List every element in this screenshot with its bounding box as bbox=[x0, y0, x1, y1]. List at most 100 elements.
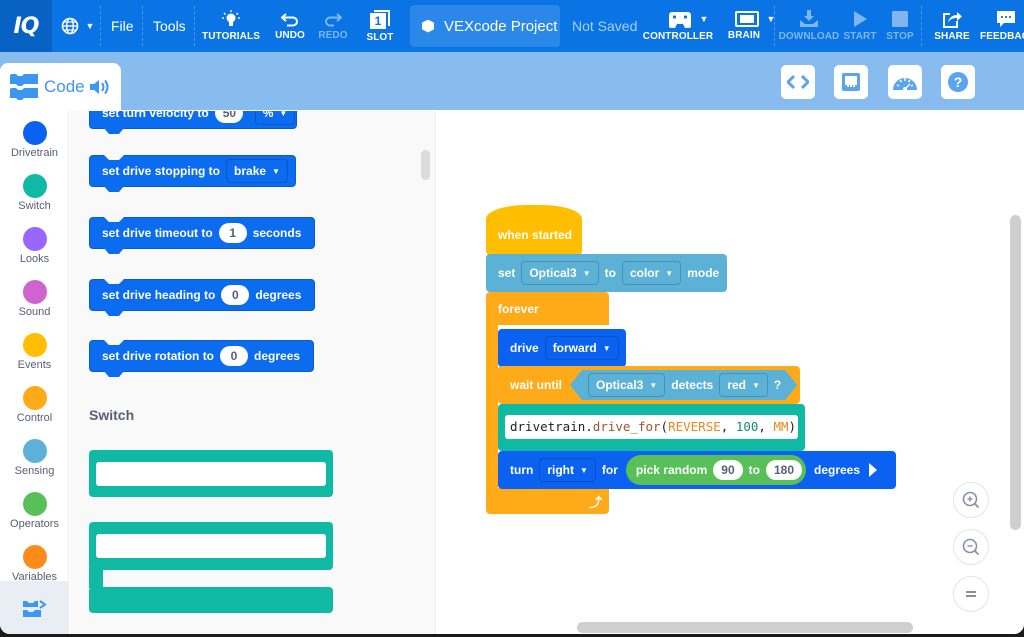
stopping-dropdown[interactable]: brake ▼ bbox=[226, 159, 288, 183]
drive-block[interactable]: drive forward ▼ bbox=[498, 329, 626, 367]
block-set-drive-stopping[interactable]: set drive stopping to brake ▼ bbox=[89, 155, 296, 187]
zoom-reset-button[interactable] bbox=[953, 576, 989, 612]
block-text: degrees bbox=[255, 288, 302, 302]
python-switch-block[interactable]: drivetrain.drive_for(REVERSE, 100, MM) bbox=[498, 404, 805, 451]
zoom-in-icon bbox=[962, 491, 980, 509]
category-label: Control bbox=[16, 412, 53, 424]
category-sound[interactable]: Sound bbox=[0, 270, 69, 323]
dropdown-value: red bbox=[727, 378, 746, 392]
feedback-button[interactable]: FEEDBACK bbox=[978, 0, 1024, 52]
dropdown-arrow-icon: ▼ bbox=[665, 268, 674, 278]
switch-c-block[interactable] bbox=[89, 522, 333, 570]
random-max-input[interactable]: 180 bbox=[765, 460, 802, 480]
category-control[interactable]: Control bbox=[0, 376, 69, 429]
category-drivetrain[interactable]: Drivetrain bbox=[0, 111, 69, 164]
random-min-input[interactable]: 90 bbox=[713, 460, 743, 480]
code-token: drive_for bbox=[592, 419, 661, 434]
divider bbox=[194, 6, 195, 46]
dropdown-value: right bbox=[547, 463, 574, 477]
workspace-horizontal-scrollbar[interactable] bbox=[577, 622, 913, 633]
play-icon bbox=[854, 11, 867, 27]
controller-label: CONTROLLER bbox=[642, 30, 714, 42]
iq-logo[interactable]: IQ bbox=[0, 0, 52, 52]
code-tab[interactable]: Code bbox=[0, 63, 121, 111]
category-operators[interactable]: Operators bbox=[0, 482, 69, 535]
download-icon bbox=[800, 10, 818, 27]
dropdown-arrow-icon: ▼ bbox=[582, 268, 591, 278]
category-label: Looks bbox=[19, 253, 50, 265]
palette-scrollbar[interactable] bbox=[421, 150, 430, 180]
block-set-drive-heading[interactable]: set drive heading to 0 degrees bbox=[89, 279, 315, 311]
detects-color-condition[interactable]: Optical3 ▼ detects red ▼ ? bbox=[570, 370, 797, 400]
dashboard-button[interactable] bbox=[888, 65, 922, 99]
set-optical-mode-block[interactable]: set Optical3 ▼ to color ▼ mode bbox=[486, 254, 727, 292]
direction-dropdown[interactable]: forward ▼ bbox=[544, 336, 619, 360]
code-blocks-icon bbox=[10, 74, 38, 100]
workspace-vertical-scrollbar[interactable] bbox=[1010, 215, 1021, 530]
controller-icon bbox=[669, 11, 692, 28]
block-set-turn-velocity[interactable]: set turn velocity to 50 % ▼ bbox=[89, 111, 297, 129]
turn-for-block[interactable]: turn right ▼ for pick random 90 to 180 de… bbox=[498, 451, 896, 489]
gauge-icon bbox=[893, 78, 917, 91]
devices-button[interactable] bbox=[834, 65, 868, 99]
expand-arrow-icon[interactable] bbox=[868, 462, 878, 478]
switch-block[interactable] bbox=[89, 450, 333, 497]
python-code-field[interactable] bbox=[96, 462, 326, 486]
start-button[interactable]: START bbox=[842, 0, 878, 52]
sensor-dropdown[interactable]: Optical3 ▼ bbox=[588, 373, 665, 397]
zoom-in-button[interactable] bbox=[953, 482, 989, 518]
zoom-out-button[interactable] bbox=[953, 529, 989, 565]
forever-block-arm bbox=[486, 324, 498, 494]
lightbulb-icon bbox=[222, 10, 240, 26]
stop-button[interactable]: STOP bbox=[882, 0, 918, 52]
project-name-field[interactable]: VEXcode Project bbox=[410, 5, 560, 47]
category-sensing[interactable]: Sensing bbox=[0, 429, 69, 482]
dropdown-value: % bbox=[262, 111, 274, 120]
divider bbox=[921, 6, 922, 46]
category-switch[interactable]: Switch bbox=[0, 164, 69, 217]
block-text: for bbox=[601, 463, 618, 477]
slot-button[interactable]: 1 SLOT bbox=[360, 0, 400, 52]
undo-label: UNDO bbox=[275, 30, 305, 41]
redo-button[interactable]: REDO bbox=[312, 0, 354, 52]
category-looks[interactable]: Looks bbox=[0, 217, 69, 270]
category-events[interactable]: Events bbox=[0, 323, 69, 376]
block-text: degrees bbox=[254, 349, 301, 363]
block-set-drive-rotation[interactable]: set drive rotation to 0 degrees bbox=[89, 340, 314, 372]
color-dropdown[interactable]: red ▼ bbox=[719, 373, 768, 397]
block-set-drive-timeout[interactable]: set drive timeout to 1 seconds bbox=[89, 217, 315, 249]
pick-random-block[interactable]: pick random 90 to 180 bbox=[625, 455, 806, 485]
brain-button[interactable]: ▼ BRAIN bbox=[716, 0, 775, 52]
value-input[interactable]: 0 bbox=[220, 346, 249, 366]
forever-label: forever bbox=[498, 302, 539, 316]
value-input[interactable]: 50 bbox=[214, 111, 243, 123]
python-code-field[interactable] bbox=[96, 534, 326, 558]
python-code-field[interactable]: drivetrain.drive_for(REVERSE, 100, MM) bbox=[505, 415, 798, 439]
block-text: seconds bbox=[252, 226, 302, 240]
language-button[interactable]: ▼ bbox=[58, 0, 98, 52]
value-input[interactable]: 0 bbox=[221, 285, 250, 305]
help-button[interactable]: ? bbox=[941, 65, 975, 99]
mode-dropdown[interactable]: color ▼ bbox=[621, 261, 682, 285]
dropdown-arrow-icon: ▼ bbox=[279, 111, 288, 118]
code-viewer-button[interactable] bbox=[781, 65, 815, 99]
brain-icon bbox=[734, 11, 759, 27]
menu-file[interactable]: File bbox=[111, 0, 134, 52]
tutorials-button[interactable]: TUTORIALS bbox=[200, 0, 262, 52]
block-palette: set turn velocity to 50 % ▼ set drive sto… bbox=[70, 111, 436, 634]
unit-dropdown[interactable]: % ▼ bbox=[254, 111, 296, 125]
dropdown-arrow-icon: ▼ bbox=[272, 166, 280, 176]
value-input[interactable]: 1 bbox=[218, 223, 247, 243]
turn-direction-dropdown[interactable]: right ▼ bbox=[539, 458, 596, 482]
controller-button[interactable]: ▼ CONTROLLER bbox=[642, 0, 714, 52]
wait-until-block[interactable]: wait until Optical3 ▼ detects red ▼ ? bbox=[498, 366, 800, 404]
category-label: Switch bbox=[18, 200, 51, 212]
share-button[interactable]: SHARE bbox=[932, 0, 972, 52]
menu-tools[interactable]: Tools bbox=[153, 0, 186, 52]
block-text: set drive stopping to bbox=[102, 164, 221, 178]
download-button[interactable]: DOWNLOAD bbox=[778, 0, 840, 52]
extensions-button[interactable] bbox=[0, 581, 69, 634]
sensor-dropdown[interactable]: Optical3 ▼ bbox=[521, 261, 599, 285]
block-text: ? bbox=[773, 378, 782, 392]
undo-button[interactable]: UNDO bbox=[268, 0, 312, 52]
